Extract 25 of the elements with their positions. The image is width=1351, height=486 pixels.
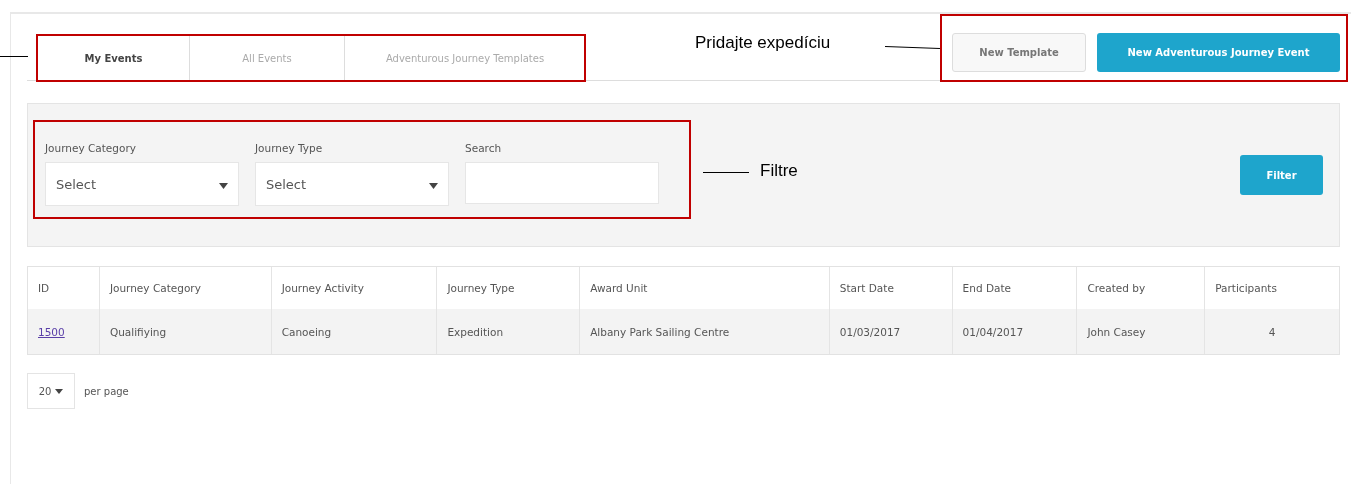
annotation-text: Pridajte expedíciu (695, 33, 831, 53)
event-id-link[interactable]: 1500 (38, 325, 65, 338)
leader-line (703, 172, 749, 173)
filter-label: Journey Type (255, 142, 324, 154)
dropdown[interactable]: Select (255, 162, 449, 206)
table-cell: John Casey (1087, 325, 1146, 338)
new-template-button[interactable]: New Template (952, 33, 1086, 72)
table-cell: 01/03/2017 (839, 325, 901, 338)
page-size-dropdown[interactable]: 20 (27, 373, 75, 409)
table-cell: Qualifiying (109, 325, 167, 338)
table-cell: Expedition (447, 325, 504, 338)
table-cell: 4 (1268, 325, 1276, 338)
caret-icon (429, 182, 438, 189)
per-page-label: per page (84, 385, 129, 397)
table-cell: 01/04/2017 (962, 325, 1024, 338)
leader-line (0, 56, 28, 57)
filter-label: Search (465, 142, 503, 154)
filter-label: Journey Category (45, 142, 137, 154)
dropdown[interactable]: Select (45, 162, 239, 206)
table-cell: Canoeing (281, 325, 332, 338)
table-cell: Albany Park Sailing Centre (590, 325, 730, 338)
caret-icon (219, 182, 228, 189)
caret-icon (55, 388, 64, 394)
annotation-text: Filtre (760, 161, 798, 181)
search-field[interactable] (465, 162, 659, 204)
